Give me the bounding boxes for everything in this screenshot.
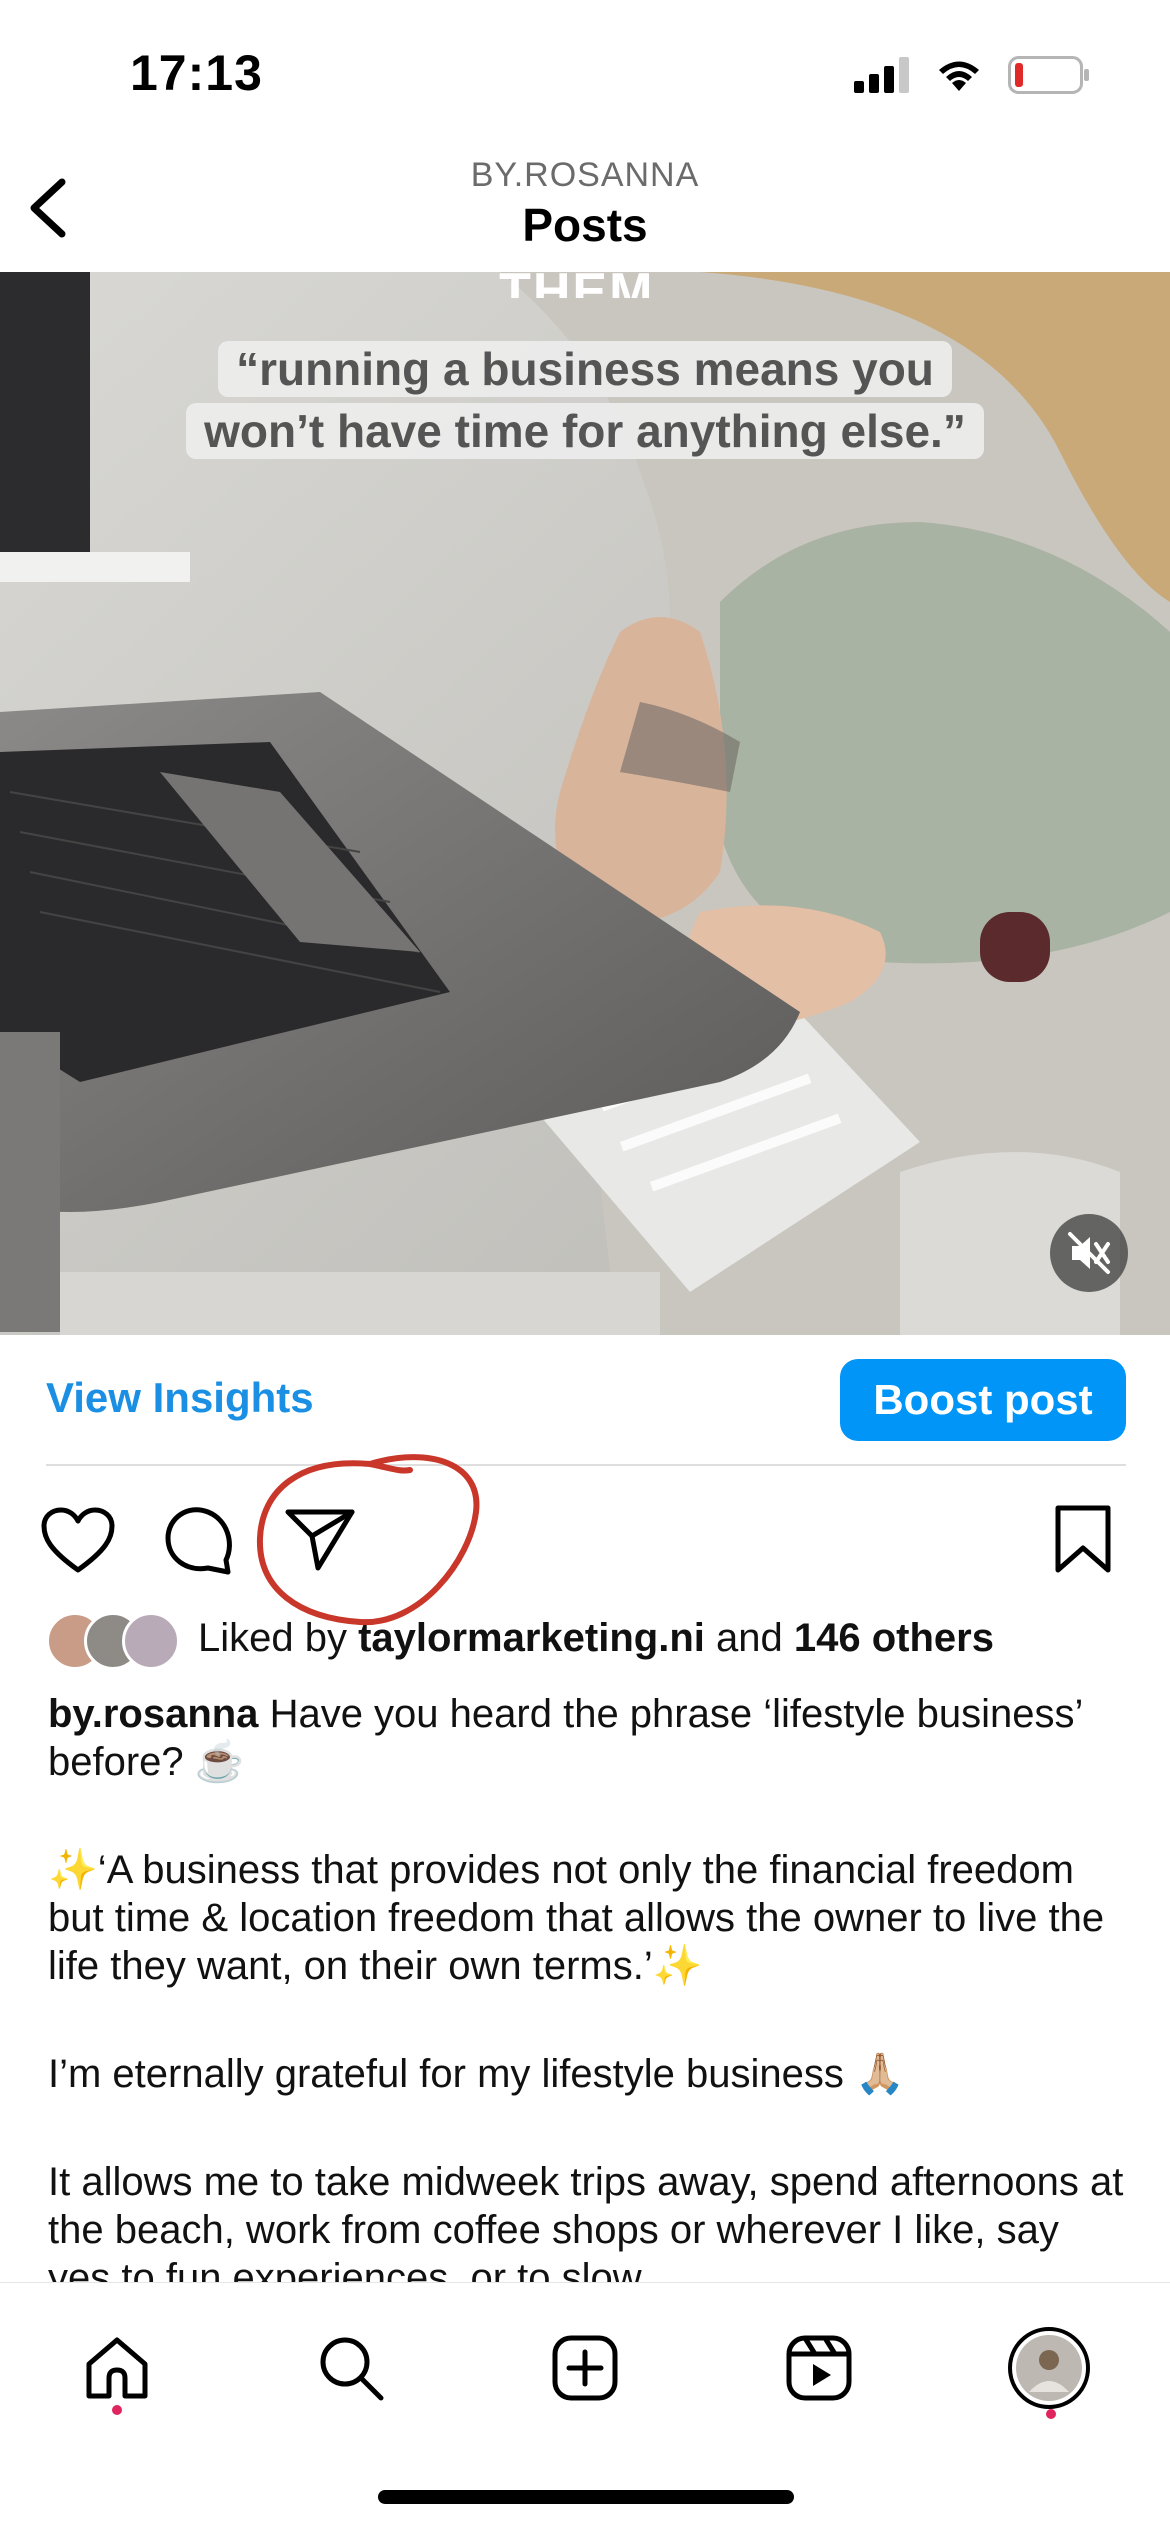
tab-home[interactable] (72, 2323, 162, 2413)
profile-notification-dot (1046, 2409, 1056, 2419)
comment-icon (165, 1507, 232, 1575)
comment-button[interactable] (162, 1504, 234, 1581)
mute-toggle-button[interactable] (1050, 1214, 1128, 1292)
home-icon (86, 2337, 148, 2399)
save-button[interactable] (1054, 1504, 1112, 1579)
tab-create[interactable] (540, 2323, 630, 2413)
reels-icon (786, 2335, 852, 2401)
caption-container: by.rosanna Have you heard the phrase ‘li… (0, 1690, 1170, 2282)
caption-paragraph-2: ✨‘A business that provides not only the … (48, 1848, 1105, 1988)
likes-summary[interactable]: Liked by taylormarketing.ni and 146 othe… (198, 1616, 994, 1661)
likes-conjunction: and (716, 1616, 783, 1660)
video-quote-overlay: “running a business means you won’t have… (0, 338, 1170, 462)
battery-low-icon (1008, 56, 1089, 94)
create-post-icon (552, 2335, 618, 2401)
bookmark-icon (1055, 1505, 1111, 1573)
video-top-caption: THEM. (499, 263, 671, 298)
share-button[interactable] (284, 1506, 356, 1577)
likes-prefix: Liked by (198, 1616, 347, 1660)
wifi-icon (939, 61, 979, 91)
divider (46, 1464, 1126, 1466)
view-insights-link[interactable]: View Insights (46, 1374, 314, 1422)
cellular-signal-icon (854, 57, 909, 93)
home-notification-dot (112, 2405, 122, 2415)
status-icons (854, 56, 1090, 94)
page-title: Posts (522, 199, 648, 251)
caption-paragraph-3: I’m eternally grateful for my lifestyle … (48, 2052, 905, 2096)
caption-username[interactable]: by.rosanna (48, 1692, 258, 1736)
header-account-name: BY.ROSANNA (470, 156, 700, 194)
post-caption: by.rosanna Have you heard the phrase ‘li… (48, 1690, 1128, 2282)
tab-reels[interactable] (774, 2323, 864, 2413)
avatar (122, 1612, 180, 1670)
boost-post-button[interactable]: Boost post (840, 1359, 1126, 1441)
tab-search[interactable] (306, 2323, 396, 2413)
profile-avatar (1008, 2327, 1090, 2409)
likes-user-link[interactable]: taylormarketing.ni (358, 1616, 705, 1660)
heart-icon (41, 1507, 115, 1573)
tab-profile[interactable] (1004, 2323, 1094, 2413)
search-icon (320, 2337, 384, 2401)
share-icon (285, 1509, 355, 1571)
quote-line-1: “running a business means you (218, 341, 952, 397)
home-indicator (378, 2490, 794, 2504)
speaker-muted-icon (1068, 1232, 1110, 1274)
liked-by-avatars[interactable] (46, 1612, 186, 1670)
like-button[interactable] (40, 1506, 116, 1581)
status-time: 17:13 (130, 45, 263, 101)
caption-paragraph-4: It allows me to take midweek trips away,… (48, 2160, 1124, 2282)
quote-line-2: won’t have time for anything else.” (186, 403, 984, 459)
likes-others-link[interactable]: 146 others (794, 1616, 994, 1660)
